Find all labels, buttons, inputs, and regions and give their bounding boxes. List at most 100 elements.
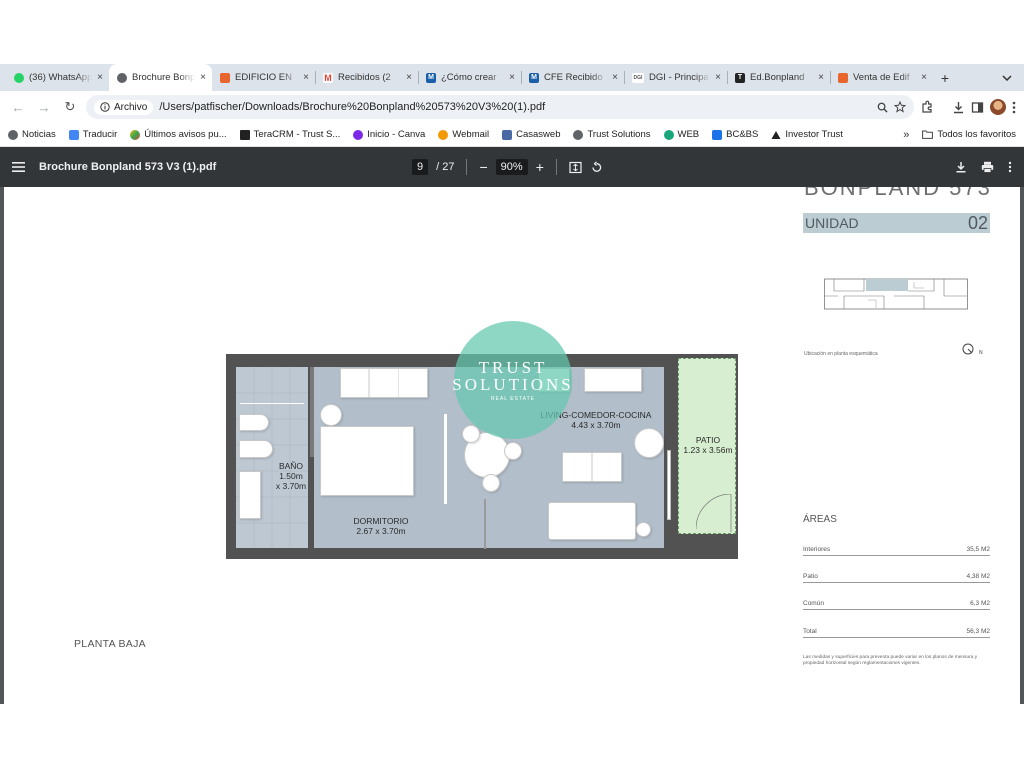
bookmark-bcbs[interactable]: BC&BS (712, 129, 758, 140)
tab-label: EDIFICIO EN (235, 72, 293, 83)
interior-wall (444, 414, 447, 504)
bed (320, 426, 414, 496)
site-info-chip[interactable]: Archivo (94, 99, 154, 115)
whatsapp-icon (14, 72, 24, 83)
site-info-label: Archivo (114, 101, 148, 113)
bookmark-webmail[interactable]: Webmail (438, 129, 489, 140)
canva-icon (353, 129, 364, 140)
hamburger-menu-icon[interactable] (12, 162, 25, 172)
tab-como-crear[interactable]: M ¿Cómo crear × (418, 64, 521, 91)
gmail-icon: M (323, 72, 333, 83)
bookmark-casasweb[interactable]: Casasweb (502, 129, 560, 140)
house-icon (220, 72, 230, 83)
star-icon[interactable] (894, 101, 906, 113)
area-value: 6,3 M2 (970, 600, 990, 607)
tab-ed-bonpland[interactable]: T Ed.Bonpland × (727, 64, 830, 91)
bookmark-label: Últimos avisos pu... (144, 129, 227, 140)
extensions-icon[interactable] (920, 100, 934, 114)
bookmark-folder-label: Todos los favoritos (937, 129, 1016, 140)
close-icon[interactable]: × (612, 72, 618, 83)
close-icon[interactable]: × (509, 72, 515, 83)
patio-door-swing (696, 494, 732, 532)
address-bar[interactable]: Archivo /Users/patfischer/Downloads/Broc… (86, 95, 914, 119)
bookmark-investor-trust[interactable]: Investor Trust (771, 129, 843, 140)
tab-gmail[interactable]: M Recibidos (2 × (315, 64, 418, 91)
divider (466, 159, 468, 175)
bookmark-traducir[interactable]: Traducir (68, 129, 118, 140)
bookmarks-overflow-button[interactable]: » (903, 129, 909, 141)
close-icon[interactable]: × (921, 72, 927, 83)
t-icon (239, 129, 250, 140)
reload-button[interactable]: ↻ (60, 97, 80, 117)
room-label-dormitorio: DORMITORIO 2.67 x 3.70m (336, 516, 426, 536)
close-icon[interactable]: × (715, 72, 721, 83)
download-icon[interactable] (955, 161, 967, 173)
tab-label: Ed.Bonpland (750, 72, 805, 83)
patio-doorframe (667, 450, 671, 520)
tab-edificio[interactable]: EDIFICIO EN × (212, 64, 315, 91)
room-dimensions: 1.23 x 3.56m (683, 445, 733, 456)
area-row-total: Total 56,3 M2 (803, 628, 990, 638)
zoom-in-button[interactable]: + (536, 159, 544, 175)
tab-venta-de-edif[interactable]: Venta de Edif × (830, 64, 933, 91)
rotate-icon[interactable] (590, 160, 603, 174)
download-icon[interactable] (952, 101, 965, 114)
zoom-icon[interactable] (877, 102, 888, 113)
close-icon[interactable]: × (406, 72, 412, 83)
zoom-out-button[interactable]: − (479, 159, 487, 175)
m-icon: M (529, 72, 539, 83)
url-text[interactable]: /Users/patfischer/Downloads/Brochure%20B… (159, 101, 871, 113)
tab-brochure-bonpland[interactable]: Brochure Bonpland × (109, 64, 212, 91)
bookmark-trust-solutions[interactable]: Trust Solutions (573, 129, 651, 140)
back-button[interactable]: ← (8, 97, 28, 117)
close-icon[interactable]: × (818, 72, 824, 83)
pdf-document-title: Brochure Bonpland 573 V3 (1).pdf (39, 161, 217, 173)
webmail-icon (438, 129, 449, 140)
kebab-menu-icon[interactable] (1012, 101, 1016, 114)
profile-avatar[interactable] (990, 99, 1006, 115)
more-actions-icon[interactable] (1008, 161, 1012, 173)
zoom-level-input[interactable]: 90% (495, 159, 528, 175)
forward-button[interactable]: → (34, 97, 54, 117)
bookmark-canva[interactable]: Inicio - Canva (353, 129, 425, 140)
side-panel-icon[interactable] (971, 101, 984, 114)
coffee-table (562, 452, 622, 482)
pdf-viewer[interactable]: BONPLAND 573 UNIDAD 02 Ubicación en plan… (0, 187, 1024, 704)
bookmark-label: Traducir (82, 129, 118, 140)
bcbs-icon (712, 129, 723, 140)
watermark-line: REAL ESTATE (491, 395, 535, 402)
all-bookmarks-folder[interactable]: Todos los favoritos (922, 129, 1016, 140)
floor-plan: BAÑO 1.50m x 3.70m DORMITORIO 2.67 x 3.7… (226, 321, 738, 559)
area-row-patio: Patio 4,38 M2 (803, 573, 990, 583)
folder-icon (922, 130, 934, 139)
area-label: Interiores (803, 546, 831, 553)
page-number-input[interactable]: 9 (412, 159, 429, 175)
tab-whatsapp[interactable]: (36) WhatsApp × (6, 64, 109, 91)
close-icon[interactable]: × (97, 72, 103, 83)
t-icon: T (735, 72, 745, 83)
area-label: Patio (803, 573, 818, 580)
area-label: Común (803, 600, 824, 607)
bookmark-label: Inicio - Canva (367, 129, 426, 140)
bathroom-sink (239, 471, 261, 519)
bookmark-web[interactable]: WEB (663, 129, 699, 140)
tab-label: ¿Cómo crear (441, 72, 497, 83)
bookmark-ultimos-avisos[interactable]: Últimos avisos pu... (130, 129, 227, 140)
bookmark-teracrm[interactable]: TeraCRM - Trust S... (239, 129, 340, 140)
bookmark-noticias[interactable]: Noticias (8, 129, 56, 140)
print-icon[interactable] (981, 161, 994, 173)
tab-search-button[interactable] (998, 69, 1016, 87)
armchair (634, 428, 664, 458)
close-icon[interactable]: × (303, 72, 309, 83)
web-icon (663, 129, 674, 140)
m-icon: M (426, 72, 436, 83)
nightstand-lamp (320, 404, 342, 426)
close-icon[interactable]: × (200, 72, 206, 83)
tab-dgi[interactable]: DGI DGI - Principal × (624, 64, 727, 91)
fit-page-icon[interactable] (569, 161, 582, 174)
new-tab-button[interactable]: + (933, 64, 957, 91)
dining-chair (482, 474, 500, 492)
tab-cfe-recibido[interactable]: M CFE Recibido × (521, 64, 624, 91)
room-name: DORMITORIO (353, 516, 409, 526)
tab-label: DGI - Principal (649, 72, 711, 83)
